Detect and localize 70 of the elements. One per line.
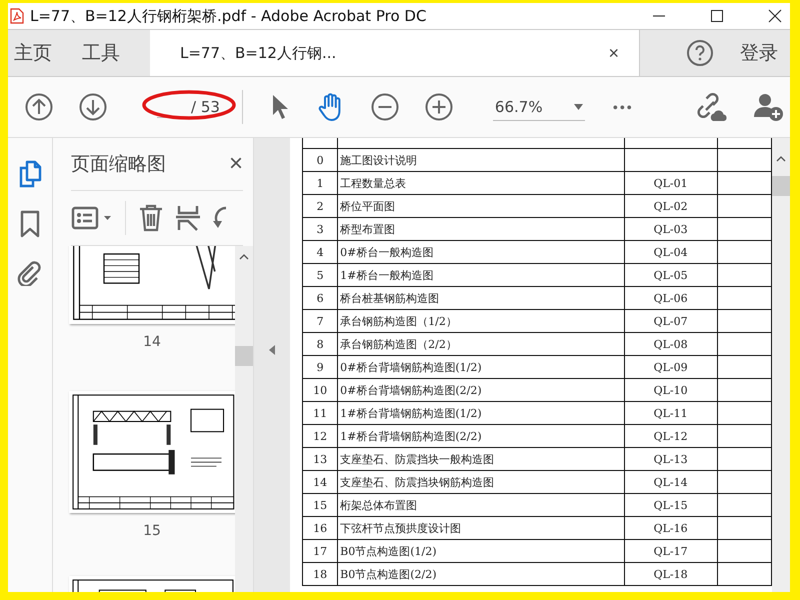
table-cell: 2 — [302, 194, 338, 218]
table-cell: QL-16 — [624, 516, 718, 540]
nav-tab[interactable]: 工具 — [76, 40, 126, 66]
table-cell: 0 — [302, 148, 338, 172]
table-cell: 施工图设计说明 — [338, 148, 624, 172]
table-cell: 承台钢筋构造图（2/2） — [338, 332, 624, 356]
document-tab[interactable]: L=77、B=12人行钢... × — [150, 30, 640, 76]
table-cell: 14 — [302, 470, 338, 494]
table-cell: 10 — [302, 378, 338, 402]
page-number-label: 14 — [143, 334, 161, 350]
table-cell: QL-12 — [624, 424, 718, 448]
table-cell: 15 — [302, 494, 338, 516]
page-count: / 53 — [191, 98, 220, 116]
table-cell: B0节点构造图(1/2) — [338, 540, 624, 562]
table-cell: 11 — [302, 402, 338, 424]
table-cell: QL-07 — [624, 310, 718, 332]
table-cell: 1 — [302, 172, 338, 194]
table-cell: 12 — [302, 424, 338, 448]
table-cell: 5 — [302, 264, 338, 286]
page-number-label: 15 — [143, 523, 161, 539]
more-tools-button[interactable]: ••• — [612, 99, 634, 115]
table-cell: QL-14 — [624, 470, 718, 494]
table-cell: QL-13 — [624, 448, 718, 470]
table-cell: 支座垫石、防震挡块钢筋构造图 — [338, 470, 624, 494]
table-cell: 9 — [302, 356, 338, 378]
table-cell: QL-09 — [624, 356, 718, 378]
table-cell: 支座垫石、防震挡块一般构造图 — [338, 448, 624, 470]
table-cell: 承台钢筋构造图（1/2） — [338, 310, 624, 332]
table-cell: QL-02 — [624, 194, 718, 218]
table-cell: 3 — [302, 218, 338, 240]
table-cell: 1#桥台背墙钢筋构造图(1/2) — [338, 402, 624, 424]
table-cell: QL-06 — [624, 286, 718, 310]
table-cell: 1#桥台背墙钢筋构造图(2/2) — [338, 424, 624, 448]
table-cell: QL-05 — [624, 264, 718, 286]
document-tab-label[interactable]: L=77、B=12人行钢... — [180, 44, 336, 62]
table-cell: B0节点构造图(2/2) — [338, 562, 624, 586]
table-cell: 16 — [302, 516, 338, 540]
close-tab-button[interactable]: × — [602, 42, 625, 64]
table-cell: 0#桥台背墙钢筋构造图(2/2) — [338, 378, 624, 402]
table-cell: QL-08 — [624, 332, 718, 356]
table-cell: 4 — [302, 240, 338, 264]
panel-title: 页面缩略图 — [71, 152, 166, 177]
nav-tab[interactable]: 主页 — [8, 40, 58, 66]
table-cell: QL-04 — [624, 240, 718, 264]
sign-in-button[interactable]: 登录 — [734, 39, 784, 67]
table-cell: 0#桥台背墙钢筋构造图(1/2) — [338, 356, 624, 378]
table-cell: 8 — [302, 332, 338, 356]
table-cell: 7 — [302, 310, 338, 332]
table-cell: 6 — [302, 286, 338, 310]
table-cell: QL-11 — [624, 402, 718, 424]
table-cell: 13 — [302, 448, 338, 470]
table-cell: QL-03 — [624, 218, 718, 240]
table-cell: 桥台桩基钢筋构造图 — [338, 286, 624, 310]
zoom-dropdown[interactable]: 66.7% — [492, 94, 585, 120]
table-cell: 17 — [302, 540, 338, 562]
close-panel-button[interactable]: × — [228, 150, 243, 178]
table-cell: 工程数量总表 — [338, 172, 624, 194]
table-cell: QL-10 — [624, 378, 718, 402]
window-title: L=77、B=12人行钢桁架桥.pdf - Adobe Acrobat Pro DC — [30, 6, 426, 26]
table-cell: 桥位平面图 — [338, 194, 624, 218]
table-cell: 0#桥台一般构造图 — [338, 240, 624, 264]
table-cell: QL-17 — [624, 540, 718, 562]
table-cell: 下弦杆节点预拱度设计图 — [338, 516, 624, 540]
table-cell: QL-18 — [624, 562, 718, 586]
table-cell: 1#桥台一般构造图 — [338, 264, 624, 286]
table-cell: 18 — [302, 562, 338, 586]
table-cell: QL-01 — [624, 172, 718, 194]
table-cell: 桥型布置图 — [338, 218, 624, 240]
table-cell: 桁架总体布置图 — [338, 494, 624, 516]
table-cell: QL-15 — [624, 494, 718, 516]
